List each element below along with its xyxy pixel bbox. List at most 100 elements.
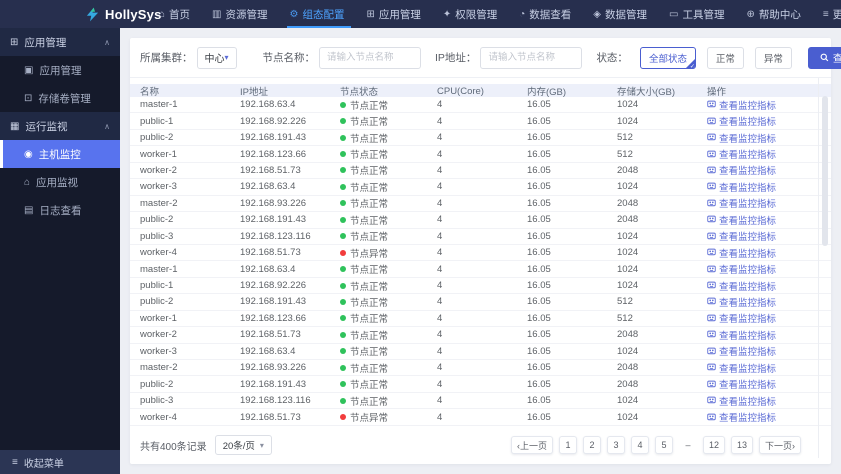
table-row: master-1 192.168.63.4 节点正常 4 16.05 1024 <box>130 261 831 278</box>
status-filter-button[interactable]: 正常 <box>706 46 744 69</box>
cell-memory: 16.05 <box>527 280 551 292</box>
cell-node-status: 节点正常 <box>340 163 437 177</box>
node-name-input[interactable] <box>319 46 422 69</box>
view-metrics-link[interactable]: 查看监控指标 <box>707 328 831 342</box>
top-nav-item[interactable]: ◔ 数据查看 <box>510 0 584 28</box>
sidebar-item[interactable]: ⊡ 存储卷管理 <box>0 84 120 112</box>
page-button[interactable]: 1 <box>558 436 577 454</box>
page-button[interactable]: ‹上一页 <box>510 436 553 454</box>
top-nav-item[interactable]: ▭ 工具管理 <box>660 0 737 28</box>
cell-memory: 16.05 <box>527 296 551 308</box>
page-button[interactable]: 4 <box>630 436 649 454</box>
cell-name: master-1 <box>140 263 178 275</box>
cell-node-status: 节点正常 <box>340 213 437 227</box>
status-dot-icon <box>340 397 346 404</box>
top-nav-item[interactable]: ≡ 更多 ▾ <box>814 0 841 28</box>
view-metrics-link[interactable]: 查看监控指标 <box>707 279 831 293</box>
top-nav-item[interactable]: ⊞ 应用管理 <box>357 0 433 28</box>
sidebar-item[interactable]: ⌂ 应用监视 <box>0 168 120 196</box>
page-button[interactable]: 13 <box>730 436 753 454</box>
sidebar-item-label: 日志查看 <box>39 204 82 217</box>
view-metrics-link[interactable]: 查看监控指标 <box>707 180 831 194</box>
page-button[interactable]: 3 <box>606 436 625 454</box>
chart-monitor-icon <box>707 396 716 405</box>
cluster-select[interactable]: 中心 ▾ <box>196 46 237 69</box>
sidebar-item[interactable]: ▣ 应用管理 <box>0 56 120 84</box>
view-metrics-link[interactable]: 查看监控指标 <box>707 361 831 375</box>
search-icon <box>820 53 829 62</box>
top-nav-item[interactable]: ⊕ 帮助中心 <box>737 0 813 28</box>
cell-storage: 1024 <box>617 411 639 423</box>
sidebar-item[interactable]: ▤ 日志查看 <box>0 196 120 224</box>
view-metrics-link[interactable]: 查看监控指标 <box>707 163 831 177</box>
ip-input[interactable] <box>480 46 583 69</box>
view-metrics-label: 查看监控指标 <box>719 363 777 375</box>
cell-cpu: 4 <box>437 132 443 144</box>
sidebar-item[interactable]: ⊞ 应用管理 ∧ <box>0 28 120 56</box>
view-metrics-link[interactable]: 查看监控指标 <box>707 147 831 161</box>
view-metrics-link[interactable]: 查看监控指标 <box>707 311 831 325</box>
cell-memory: 16.05 <box>527 312 551 324</box>
view-metrics-link[interactable]: 查看监控指标 <box>707 114 831 128</box>
top-nav-item-label: 更多 <box>832 8 841 21</box>
top-nav-item[interactable]: ✦ 权限管理 <box>434 0 510 28</box>
status-text: 节点正常 <box>350 215 389 227</box>
status-text: 节点正常 <box>350 182 389 194</box>
status-dot-icon <box>340 381 346 388</box>
page-button[interactable]: 12 <box>702 436 725 454</box>
view-metrics-link[interactable]: 查看监控指标 <box>707 295 831 309</box>
status-dot-icon <box>340 315 346 322</box>
cell-storage: 512 <box>617 296 633 308</box>
page-button[interactable]: 5 <box>654 436 673 454</box>
status-filter-button[interactable]: 全部状态 <box>639 46 696 69</box>
top-nav-item-icon: ⚙ <box>289 8 299 20</box>
top-nav-item[interactable]: ◈ 数据管理 <box>584 0 660 28</box>
status-filter-button[interactable]: 异常 <box>754 46 792 69</box>
sidebar-item[interactable]: ◉ 主机监控 <box>0 140 120 168</box>
cell-ip: 192.168.191.43 <box>240 132 307 144</box>
view-metrics-link[interactable]: 查看监控指标 <box>707 344 831 358</box>
view-metrics-link[interactable]: 查看监控指标 <box>707 131 831 145</box>
cell-memory: 16.05 <box>527 263 551 275</box>
cell-storage: 2048 <box>617 164 639 176</box>
status-text: 节点正常 <box>350 232 389 244</box>
view-metrics-link[interactable]: 查看监控指标 <box>707 377 831 391</box>
top-nav-item[interactable]: ▥ 资源管理 <box>203 0 280 28</box>
top-nav-item[interactable]: ⚙ 组态配置 <box>281 0 358 28</box>
view-metrics-label: 查看监控指标 <box>719 380 777 392</box>
view-metrics-link[interactable]: 查看监控指标 <box>707 213 831 227</box>
chart-monitor-icon <box>707 199 716 208</box>
cell-storage: 1024 <box>617 395 639 407</box>
top-nav-item[interactable]: ⌂ 首页 <box>150 0 203 28</box>
chart-monitor-icon <box>707 330 716 339</box>
status-text: 节点正常 <box>350 265 389 277</box>
cell-memory: 16.05 <box>527 345 551 357</box>
status-dot-icon <box>340 364 346 371</box>
page-button[interactable]: 下一页› <box>759 436 801 454</box>
top-nav-item-icon: ⌂ <box>159 8 166 20</box>
view-metrics-link[interactable]: 查看监控指标 <box>707 394 831 408</box>
page-button[interactable]: 2 <box>582 436 601 454</box>
sidebar-item-label: 应用管理 <box>24 36 67 49</box>
collapse-menu-button[interactable]: ≡ 收起菜单 <box>0 450 120 474</box>
status-dot-icon <box>340 266 346 273</box>
cell-cpu: 4 <box>437 214 443 226</box>
scrollbar-thumb[interactable] <box>822 96 828 246</box>
chart-monitor-icon <box>707 297 716 306</box>
view-metrics-link[interactable]: 查看监控指标 <box>707 229 831 243</box>
view-metrics-link[interactable]: 查看监控指标 <box>707 196 831 210</box>
view-metrics-link[interactable]: 查看监控指标 <box>707 262 831 276</box>
table-row: master-2 192.168.93.226 节点正常 4 16.05 204… <box>130 360 831 377</box>
view-metrics-link[interactable]: 查看监控指标 <box>707 98 831 112</box>
view-metrics-label: 查看监控指标 <box>719 150 777 162</box>
status-text: 节点正常 <box>350 100 389 112</box>
cell-node-status: 节点正常 <box>340 394 437 408</box>
view-metrics-link[interactable]: 查看监控指标 <box>707 410 831 424</box>
status-text: 节点正常 <box>350 297 389 309</box>
scrollbar-track <box>818 78 819 458</box>
view-metrics-link[interactable]: 查看监控指标 <box>707 246 831 260</box>
page-size-select[interactable]: 20条/页 ▾ <box>214 435 272 455</box>
search-button[interactable]: 查询 <box>807 46 841 69</box>
sidebar-item[interactable]: ▦ 运行监视 ∧ <box>0 112 120 140</box>
page-button[interactable]: – <box>679 436 697 454</box>
